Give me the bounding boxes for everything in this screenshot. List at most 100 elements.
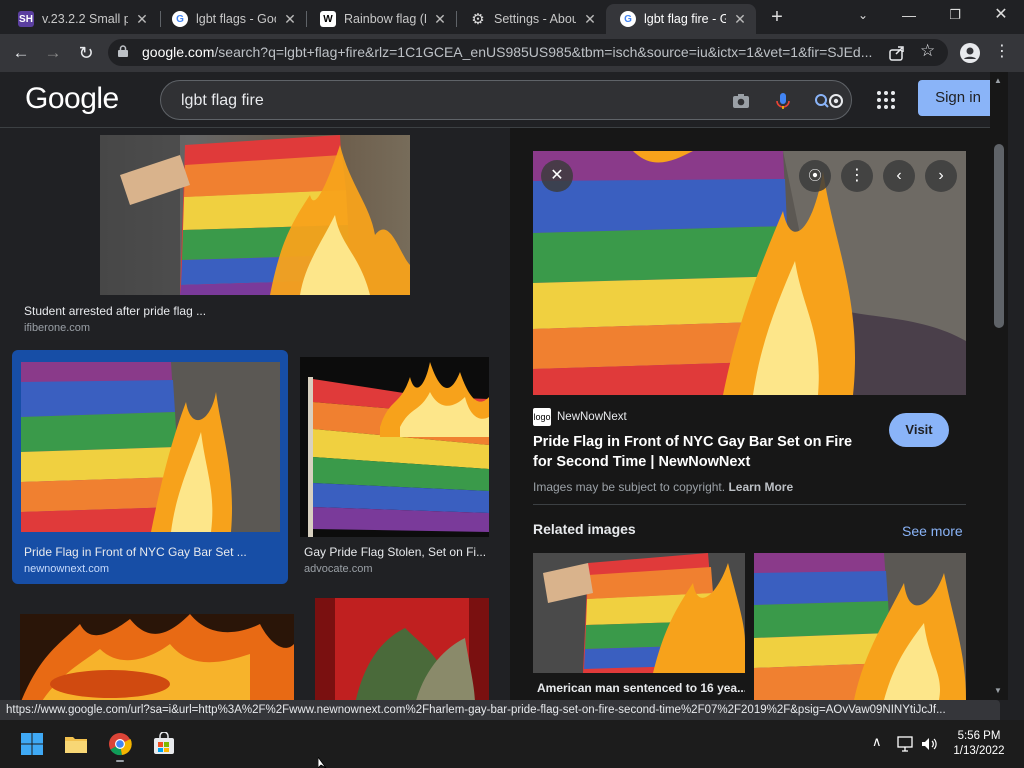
burning-flag-image — [754, 553, 966, 700]
share-icon[interactable] — [888, 44, 906, 62]
burning-flag-image — [100, 135, 410, 295]
tab-search-chevron-icon[interactable]: ⌄ — [840, 0, 886, 34]
tab-5-active[interactable]: G lgbt flag fire - G ✕ — [606, 4, 756, 34]
result-image-2[interactable] — [21, 362, 280, 532]
visit-button[interactable]: Visit — [889, 413, 949, 447]
wikipedia-favicon-icon: W — [320, 11, 336, 27]
url-host: google.com — [142, 44, 215, 60]
minimize-button[interactable]: — — [886, 0, 932, 34]
search-query[interactable]: lgbt flag fire — [181, 92, 264, 110]
result-image-1[interactable] — [100, 135, 410, 295]
more-options-icon[interactable]: ⋮ — [841, 160, 873, 192]
tab-label: lgbt flag fire - G — [644, 12, 726, 26]
close-icon[interactable]: ✕ — [432, 11, 448, 28]
tab-4[interactable]: ⚙ Settings - About ✕ — [456, 4, 606, 34]
flag-plant-image — [315, 598, 489, 700]
file-explorer-icon[interactable] — [64, 732, 88, 756]
scrollbar-thumb[interactable] — [994, 144, 1004, 328]
network-icon[interactable] — [897, 736, 915, 752]
microphone-icon[interactable] — [773, 91, 793, 111]
new-tab-button[interactable]: + — [766, 6, 788, 28]
status-bar-url: https://www.google.com/url?sa=i&url=http… — [0, 700, 1000, 720]
sh-favicon-icon: SH — [18, 11, 34, 27]
page-scrollbar[interactable]: ▲ ▼ — [990, 72, 1008, 700]
clock-date: 1/13/2022 — [953, 745, 1005, 757]
address-bar[interactable]: google.com/search?q=lgbt+flag+fire&rlz=1… — [108, 39, 948, 66]
result-title[interactable]: Student arrested after pride flag ... — [24, 304, 284, 318]
result-title[interactable]: Pride Flag in Front of NYC Gay Bar Set .… — [24, 545, 254, 559]
burning-car-image — [20, 614, 294, 700]
result-image-4[interactable] — [20, 614, 294, 700]
close-icon[interactable]: ✕ — [134, 11, 150, 28]
result-source: advocate.com — [304, 563, 373, 575]
close-icon[interactable]: ✕ — [582, 11, 598, 28]
copyright-text: Images may be subject to copyright. — [533, 480, 726, 494]
previous-image-button[interactable]: ‹ — [883, 160, 915, 192]
result-source: newnownext.com — [24, 563, 109, 575]
related-image-2[interactable] — [754, 553, 966, 700]
google-favicon-icon: G — [172, 11, 188, 27]
scroll-up-icon[interactable]: ▲ — [994, 76, 1002, 85]
burning-flag-image — [533, 553, 745, 673]
result-title[interactable]: Gay Pride Flag Stolen, Set on Fi... — [304, 545, 489, 559]
close-preview-button[interactable]: ✕ — [541, 160, 573, 192]
close-icon[interactable]: ✕ — [282, 11, 298, 28]
learn-more-link[interactable]: Learn More — [728, 480, 793, 494]
tab-2[interactable]: G lgbt flags - Goo ✕ — [158, 4, 306, 34]
close-window-button[interactable]: ✕ — [978, 0, 1024, 34]
mouse-cursor-icon — [318, 757, 327, 768]
burning-flag-image — [21, 362, 280, 532]
google-logo[interactable]: Google — [25, 82, 119, 116]
back-button[interactable]: ← — [10, 42, 32, 64]
menu-kebab-icon[interactable]: ⋮ — [994, 41, 1010, 61]
restore-button[interactable]: ❐ — [932, 0, 978, 34]
burning-flag-image — [300, 357, 489, 537]
clock-time: 5:56 PM — [957, 730, 1001, 742]
publisher-name: NewNowNext — [557, 411, 627, 423]
bookmark-star-icon[interactable]: ☆ — [920, 41, 935, 61]
see-more-link[interactable]: See more — [902, 523, 963, 539]
image-results: Student arrested after pride flag ... if… — [0, 128, 508, 700]
search-settings-icon[interactable] — [813, 91, 847, 111]
speaker-icon[interactable] — [920, 736, 938, 752]
divider — [533, 504, 966, 505]
sign-in-button[interactable]: Sign in — [918, 80, 998, 116]
google-apps-icon[interactable] — [876, 90, 896, 110]
profile-icon[interactable] — [960, 43, 980, 63]
windows-taskbar: ∧ 5:56 PM 1/13/2022 — [0, 720, 1024, 768]
running-indicator — [116, 760, 124, 762]
tab-bar: SH v.23.2.2 Small pa ✕ G lgbt flags - Go… — [0, 0, 1024, 34]
preview-title[interactable]: Pride Flag in Front of NYC Gay Bar Set o… — [533, 432, 873, 472]
newnownext-logo-icon: logo — [533, 408, 551, 426]
system-clock[interactable]: 5:56 PM 1/13/2022 — [944, 729, 1014, 759]
camera-icon[interactable] — [731, 91, 751, 111]
url-path: /search?q=lgbt+flag+fire&rlz=1C1GCEA_enU… — [214, 44, 873, 60]
image-preview-panel: ✕ ⦿ ⋮ ‹ › logo NewNowNext Pride Flag in … — [510, 128, 990, 700]
lock-icon — [118, 45, 128, 57]
related-caption[interactable]: American man sentenced to 16 yea... — [537, 681, 745, 695]
forward-button[interactable]: → — [42, 42, 64, 64]
google-favicon-icon: G — [620, 11, 636, 27]
publisher[interactable]: logo NewNowNext — [533, 408, 627, 426]
tab-label: lgbt flags - Goo — [196, 12, 276, 26]
search-box[interactable]: lgbt flag fire — [160, 80, 852, 120]
lens-search-icon[interactable]: ⦿ — [799, 160, 831, 192]
related-image-1[interactable] — [533, 553, 745, 673]
result-image-5[interactable] — [315, 598, 489, 700]
chrome-icon[interactable] — [108, 732, 132, 756]
google-header: Google lgbt flag fire Sign in — [0, 72, 1008, 128]
close-icon[interactable]: ✕ — [732, 11, 748, 28]
chevron-up-icon[interactable]: ∧ — [872, 734, 882, 750]
related-images-heading: Related images — [533, 521, 636, 537]
result-image-3[interactable] — [300, 357, 489, 537]
tab-label: Rainbow flag (L — [344, 12, 426, 26]
next-image-button[interactable]: › — [925, 160, 957, 192]
copyright-note: Images may be subject to copyright. Lear… — [533, 480, 793, 494]
windows-start-icon[interactable] — [20, 732, 44, 756]
reload-button[interactable]: ↻ — [75, 42, 97, 64]
microsoft-store-icon[interactable] — [152, 732, 176, 756]
tab-1[interactable]: SH v.23.2.2 Small pa ✕ — [4, 4, 158, 34]
tab-3[interactable]: W Rainbow flag (L ✕ — [306, 4, 456, 34]
scroll-down-icon[interactable]: ▼ — [994, 686, 1002, 695]
tab-label: Settings - About — [494, 12, 576, 26]
